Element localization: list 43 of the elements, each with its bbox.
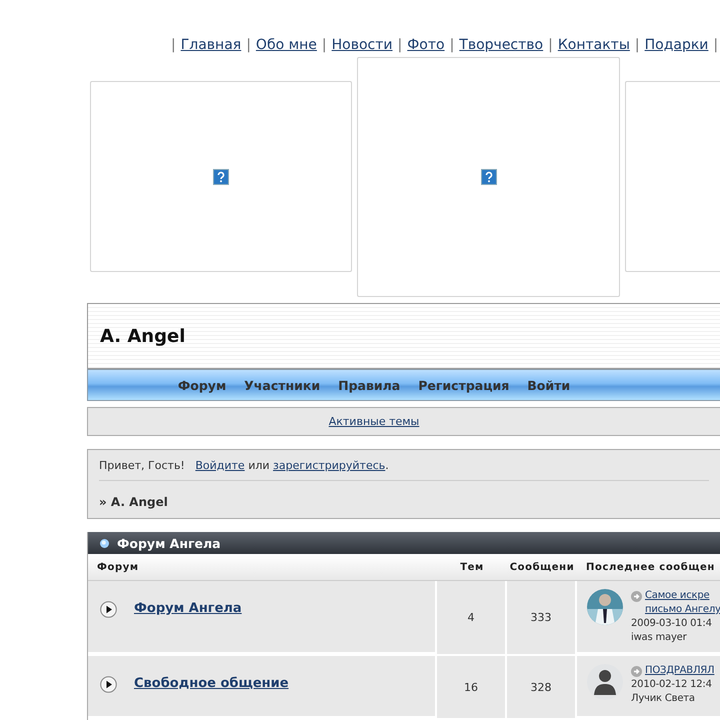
site-title: A. Angel <box>100 326 186 346</box>
nav-link[interactable]: Новости <box>332 37 393 53</box>
nav-link[interactable]: Контакты <box>558 37 630 53</box>
post-link[interactable]: ПОЗДРАВЛЯЛ <box>645 664 714 678</box>
broken-image-icon <box>480 169 496 185</box>
table-cell: 16 <box>437 656 507 720</box>
separator: | <box>450 37 454 53</box>
nav-link[interactable]: Обо мне <box>256 37 317 53</box>
post-date: 2010-02-12 12:4 <box>631 678 713 692</box>
menu-link[interactable]: Правила <box>338 378 400 392</box>
nav-link[interactable]: Фото <box>407 37 445 53</box>
active-topics-link[interactable]: Активные темы <box>328 415 420 428</box>
login-link[interactable]: Войдите <box>195 459 245 472</box>
register-link[interactable]: зарегистрируйтесь <box>273 459 386 472</box>
menu-link[interactable]: Регистрация <box>418 378 510 392</box>
table-cell: 4 <box>437 581 507 656</box>
post-author: iwas mayer <box>631 631 688 645</box>
separator: | <box>713 37 718 53</box>
separator: | <box>634 37 640 53</box>
separator: | <box>246 37 251 53</box>
post-link[interactable]: Самое искре письмо Ангелу <box>645 589 720 617</box>
post-author: Лучик Света <box>631 692 696 706</box>
menu-link[interactable]: Войти <box>527 378 570 392</box>
separator: | <box>548 37 553 53</box>
table-cell: 328 <box>507 656 577 720</box>
nav-link[interactable]: Главная <box>180 37 242 53</box>
bullet-icon <box>100 538 109 548</box>
category-title: Форум Ангела <box>117 536 221 550</box>
nav-link[interactable]: Подарки <box>644 37 708 53</box>
separator: | <box>171 37 176 53</box>
greeting-text: Привет, Гость! Войдите или зарегистрируйтесь. <box>99 450 709 481</box>
separator: | <box>322 37 327 53</box>
table-cell: 333 <box>507 581 577 656</box>
menu-link[interactable]: Форум <box>178 378 226 392</box>
separator: | <box>398 37 402 53</box>
post-date: 2009-03-10 01:4 <box>631 617 713 631</box>
breadcrumb: » A. Angel <box>99 494 169 511</box>
nav-link[interactable]: Творчество <box>459 37 544 53</box>
forum-link[interactable]: Свободное общение <box>134 676 289 691</box>
forum-link[interactable]: Форум Ангела <box>134 601 242 616</box>
menu-link[interactable]: Участники <box>244 378 320 392</box>
broken-image-icon <box>213 168 229 184</box>
person-silhouette-icon <box>587 664 623 700</box>
